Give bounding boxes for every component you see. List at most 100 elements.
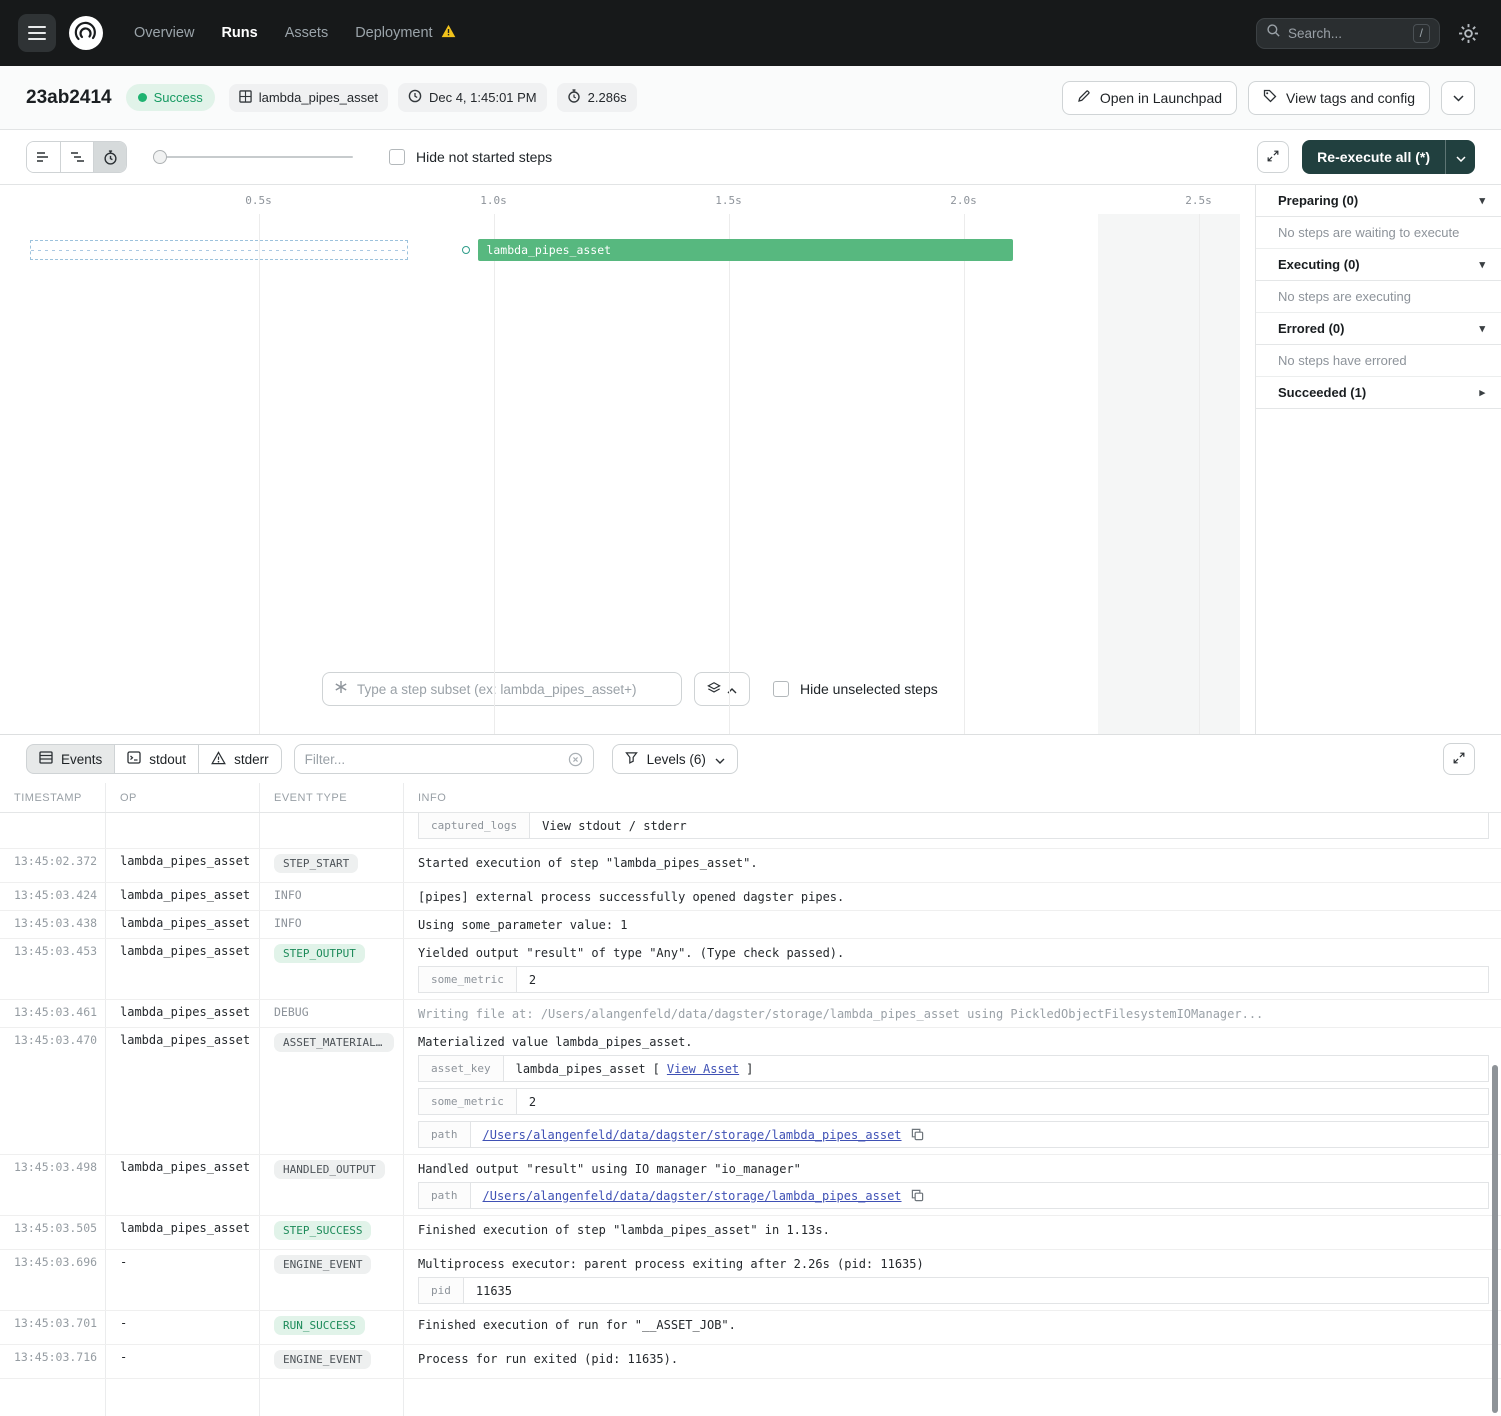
steps-section-title: Executing (0) [1278,257,1360,272]
log-row[interactable]: 13:45:03.438lambda_pipes_assetINFOUsing … [0,911,1501,939]
gantt-gridline [729,214,730,734]
log-row[interactable]: 13:45:03.424lambda_pipes_assetINFO[pipes… [0,883,1501,911]
metadata-value: View stdout / stderr [530,813,1488,838]
search-input[interactable] [1288,26,1406,41]
view-tags-config-button[interactable]: View tags and config [1248,81,1430,115]
gantt-step-bar[interactable]: lambda_pipes_asset [478,239,1013,261]
log-row[interactable]: 13:45:03.696-ENGINE_EVENTMultiprocess ex… [0,1250,1501,1311]
log-filter-input[interactable] [305,752,560,767]
chevron-down-icon: ▾ [1479,258,1485,271]
gantt-plot[interactable]: Hide unselected steps 0.5s1.0s1.5s2.0s2.… [0,185,1255,734]
log-filter-box[interactable] [294,744,594,774]
metadata-key: path [419,1183,471,1208]
gantt-expand-button[interactable] [1257,141,1289,173]
metadata-path-link[interactable]: /Users/alangenfeld/data/dagster/storage/… [483,1189,902,1203]
copy-icon[interactable] [911,1189,924,1202]
log-row[interactable]: 13:45:03.470lambda_pipes_assetASSET_MATE… [0,1028,1501,1155]
log-row[interactable]: 13:45:03.701-RUN_SUCCESSFinished executi… [0,1311,1501,1345]
console-icon [127,751,141,767]
steps-section-header[interactable]: Succeeded (1)▸ [1256,377,1501,409]
view-tags-config-label: View tags and config [1286,90,1415,106]
levels-filter-button[interactable]: Levels (6) [612,744,738,774]
reexecute-dropdown-button[interactable] [1445,140,1475,174]
nav-link-label: Overview [134,25,194,41]
nav-link-overview[interactable]: Overview [134,25,194,41]
logs-scrollbar[interactable] [1492,1065,1498,1413]
view-waterfall-button[interactable] [60,142,93,172]
settings-gear-icon[interactable] [1458,23,1479,44]
gantt-not-started-bar[interactable] [30,240,408,260]
zoom-slider[interactable] [153,156,353,158]
run-header: 23ab2414 Success lambda_pipes_assetDec 4… [0,66,1501,130]
layers-icon [707,681,721,698]
log-row[interactable]: captured_logsView stdout / stderr [0,813,1501,849]
table-icon [39,751,53,767]
log-table-body: captured_logsView stdout / stderr13:45:0… [0,813,1501,1416]
log-row[interactable]: 13:45:03.453lambda_pipes_assetSTEP_OUTPU… [0,939,1501,1000]
step-subset-input-box[interactable] [322,672,682,706]
nav-link-label: Assets [285,25,329,41]
nav-link-label: Runs [221,25,257,41]
steps-section-title: Preparing (0) [1278,193,1358,208]
run-actions-dropdown-button[interactable] [1441,81,1475,115]
log-op: - [105,1250,259,1310]
log-info: captured_logsView stdout / stderr [403,813,1501,848]
steps-section-header[interactable]: Errored (0)▾ [1256,313,1501,345]
tab-events[interactable]: Events [26,744,115,774]
view-asset-link[interactable]: View Asset [667,1062,739,1076]
view-timed-button[interactable] [93,142,126,172]
log-timestamp: 13:45:03.701 [0,1311,105,1344]
log-row[interactable]: 13:45:03.716-ENGINE_EVENTProcess for run… [0,1345,1501,1379]
log-event-type: HANDLED_OUTPUT [259,1155,403,1215]
log-timestamp: 13:45:03.461 [0,1000,105,1027]
log-row[interactable]: 13:45:03.505lambda_pipes_assetSTEP_SUCCE… [0,1216,1501,1250]
zoom-slider-knob[interactable] [153,150,167,164]
chip-label: Dec 4, 1:45:01 PM [429,90,537,105]
hide-unselected-toggle[interactable]: Hide unselected steps [764,675,947,703]
nav-link-runs[interactable]: Runs [221,25,257,41]
gantt-controls: Hide unselected steps [322,672,947,706]
steps-section-body: No steps are waiting to execute [1256,217,1501,249]
view-flat-button[interactable] [27,142,60,172]
log-row[interactable]: 13:45:03.498lambda_pipes_assetHANDLED_OU… [0,1155,1501,1216]
hamburger-menu-button[interactable] [18,14,56,52]
tab-stderr[interactable]: stderr [199,744,282,774]
steps-section-header[interactable]: Preparing (0)▾ [1256,185,1501,217]
log-row[interactable]: 13:45:02.372lambda_pipes_assetSTEP_START… [0,849,1501,883]
top-nav: Overview Runs Assets Deployment / [0,0,1501,66]
clock-icon [408,89,422,106]
step-subset-input[interactable] [357,682,670,697]
reexecute-all-button[interactable]: Re-execute all (*) [1302,140,1445,174]
log-op: - [105,1311,259,1344]
metadata-path-link[interactable]: /Users/alangenfeld/data/dagster/storage/… [483,1128,902,1142]
chip-label: lambda_pipes_asset [259,90,378,105]
steps-section-header[interactable]: Executing (0) ▾ [1256,249,1501,281]
checkbox-icon[interactable] [389,149,405,165]
steps-section-title: Errored (0) [1278,321,1344,336]
clear-filter-icon[interactable] [568,752,583,767]
copy-icon[interactable] [911,1128,924,1141]
steps-section-body: No steps have errored [1256,345,1501,377]
hide-not-started-toggle[interactable]: Hide not started steps [389,149,552,165]
log-tabs: Eventsstdoutstderr [26,744,282,774]
metadata-row: path/Users/alangenfeld/data/dagster/stor… [418,1182,1489,1209]
deployment-warning-icon [441,24,456,42]
dagster-logo-icon[interactable] [68,15,104,51]
open-in-launchpad-button[interactable]: Open in Launchpad [1062,81,1237,115]
nav-link-deployment[interactable]: Deployment [355,24,455,42]
nav-link-assets[interactable]: Assets [285,25,329,41]
log-column-header: TIMESTAMP [0,783,105,812]
log-timestamp: 13:45:03.498 [0,1155,105,1215]
log-info: Multiprocess executor: parent process ex… [403,1250,1501,1310]
logs-expand-button[interactable] [1443,743,1475,775]
tab-stdout[interactable]: stdout [115,744,199,774]
log-info-text: [pipes] external process successfully op… [418,888,1489,904]
search-box[interactable]: / [1256,18,1440,49]
checkbox-icon[interactable] [773,681,789,697]
log-info: [pipes] external process successfully op… [403,883,1501,910]
log-event-type: RUN_SUCCESS [259,1311,403,1344]
run-chip-clock: Dec 4, 1:45:01 PM [398,83,547,112]
gantt-step-marker-icon [462,246,470,254]
graph-options-button[interactable] [694,672,750,706]
log-row[interactable]: 13:45:03.461lambda_pipes_assetDEBUGWriti… [0,1000,1501,1028]
